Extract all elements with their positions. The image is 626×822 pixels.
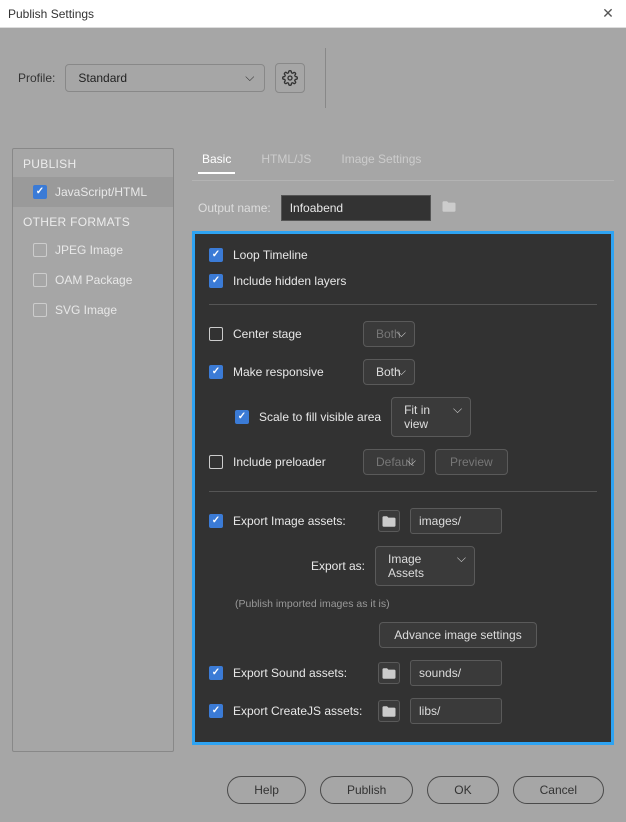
responsive-dropdown[interactable]: Both [363, 359, 415, 385]
tab-htmljs[interactable]: HTML/JS [257, 148, 315, 174]
separator [209, 304, 597, 305]
browse-libs-button[interactable] [378, 700, 400, 722]
footer: Help Publish OK Cancel [0, 762, 626, 822]
close-icon[interactable]: ✕ [598, 5, 618, 22]
checkbox-scale[interactable] [235, 410, 249, 424]
help-button[interactable]: Help [227, 776, 306, 804]
label-export-createjs: Export CreateJS assets: [233, 704, 368, 718]
libs-path-input[interactable] [410, 698, 502, 724]
output-row: Output name: [192, 181, 614, 231]
label-responsive: Make responsive [233, 365, 353, 379]
sidebar-item-label: JPEG Image [55, 243, 123, 257]
titlebar: Publish Settings ✕ [0, 0, 626, 28]
label-export-sound: Export Sound assets: [233, 666, 368, 680]
label-scale: Scale to fill visible area [259, 410, 381, 424]
checkbox-export-sound[interactable] [209, 666, 223, 680]
export-as-dropdown[interactable]: Image Assets [375, 546, 475, 586]
profile-label: Profile: [18, 71, 55, 85]
checkbox-export-createjs[interactable] [209, 704, 223, 718]
publish-button[interactable]: Publish [320, 776, 413, 804]
output-name-label: Output name: [198, 201, 271, 215]
folder-icon [381, 705, 397, 718]
checkbox-js-html[interactable] [33, 185, 47, 199]
row-export-as: Export as: Image Assets [209, 546, 597, 586]
row-export-image: Export Image assets: [209, 508, 597, 534]
row-export-createjs: Export CreateJS assets: [209, 698, 597, 724]
sounds-path-input[interactable] [410, 660, 502, 686]
checkbox-center[interactable] [209, 327, 223, 341]
sidebar-item-js-html[interactable]: JavaScript/HTML [13, 177, 173, 207]
checkbox-responsive[interactable] [209, 365, 223, 379]
row-advance: Advance image settings [209, 622, 597, 648]
ok-button[interactable]: OK [427, 776, 498, 804]
window-title: Publish Settings [8, 7, 94, 21]
row-preloader: Include preloader Default Preview [209, 449, 597, 475]
profile-value: Standard [78, 71, 127, 85]
browse-output-icon[interactable] [441, 200, 457, 216]
row-responsive: Make responsive Both [209, 359, 597, 385]
checkbox-jpeg[interactable] [33, 243, 47, 257]
publish-settings-window: Publish Settings ✕ Profile: Standard PUB… [0, 0, 626, 822]
label-export-image: Export Image assets: [233, 514, 368, 528]
export-hint: (Publish imported images as it is) [235, 598, 597, 610]
preloader-dropdown[interactable]: Default [363, 449, 425, 475]
divider [325, 48, 326, 108]
scale-dropdown[interactable]: Fit in view [391, 397, 471, 437]
browse-sounds-button[interactable] [378, 662, 400, 684]
label-export-as: Export as: [289, 559, 365, 573]
tab-basic[interactable]: Basic [198, 148, 235, 174]
label-preloader: Include preloader [233, 455, 353, 469]
output-name-input[interactable] [281, 195, 431, 221]
folder-icon [381, 515, 397, 528]
row-center: Center stage Both [209, 321, 597, 347]
options-box: Loop Timeline Include hidden layers Cent… [192, 231, 614, 745]
main-panel: Basic HTML/JS Image Settings Output name… [192, 148, 614, 752]
browse-images-button[interactable] [378, 510, 400, 532]
sidebar-head-other: OTHER FORMATS [13, 207, 173, 235]
advance-image-settings-button[interactable]: Advance image settings [379, 622, 536, 648]
row-hidden: Include hidden layers [209, 274, 597, 288]
row-scale: Scale to fill visible area Fit in view [235, 397, 597, 437]
sidebar-item-oam[interactable]: OAM Package [13, 265, 173, 295]
checkbox-hidden[interactable] [209, 274, 223, 288]
gear-icon [282, 70, 298, 86]
folder-icon [441, 200, 457, 213]
row-export-sound: Export Sound assets: [209, 660, 597, 686]
checkbox-preloader[interactable] [209, 455, 223, 469]
preview-button[interactable]: Preview [435, 449, 508, 475]
sidebar-item-label: JavaScript/HTML [55, 185, 147, 199]
checkbox-svg[interactable] [33, 303, 47, 317]
sidebar-item-svg[interactable]: SVG Image [13, 295, 173, 325]
label-hidden: Include hidden layers [233, 274, 346, 288]
sidebar-item-label: SVG Image [55, 303, 117, 317]
sidebar-item-jpeg[interactable]: JPEG Image [13, 235, 173, 265]
folder-icon [381, 667, 397, 680]
profile-dropdown[interactable]: Standard [65, 64, 265, 92]
images-path-input[interactable] [410, 508, 502, 534]
label-loop: Loop Timeline [233, 248, 308, 262]
sidebar-head-publish: PUBLISH [13, 149, 173, 177]
tab-image-settings[interactable]: Image Settings [337, 148, 425, 174]
body: PUBLISH JavaScript/HTML OTHER FORMATS JP… [0, 118, 626, 762]
sidebar: PUBLISH JavaScript/HTML OTHER FORMATS JP… [12, 148, 174, 752]
center-dropdown[interactable]: Both [363, 321, 415, 347]
checkbox-export-image[interactable] [209, 514, 223, 528]
checkbox-oam[interactable] [33, 273, 47, 287]
sidebar-item-label: OAM Package [55, 273, 132, 287]
row-loop: Loop Timeline [209, 248, 597, 262]
profile-row: Profile: Standard [0, 28, 626, 118]
checkbox-loop[interactable] [209, 248, 223, 262]
separator [209, 491, 597, 492]
label-center: Center stage [233, 327, 353, 341]
tabs: Basic HTML/JS Image Settings [192, 148, 614, 181]
profile-settings-button[interactable] [275, 63, 305, 93]
cancel-button[interactable]: Cancel [513, 776, 604, 804]
